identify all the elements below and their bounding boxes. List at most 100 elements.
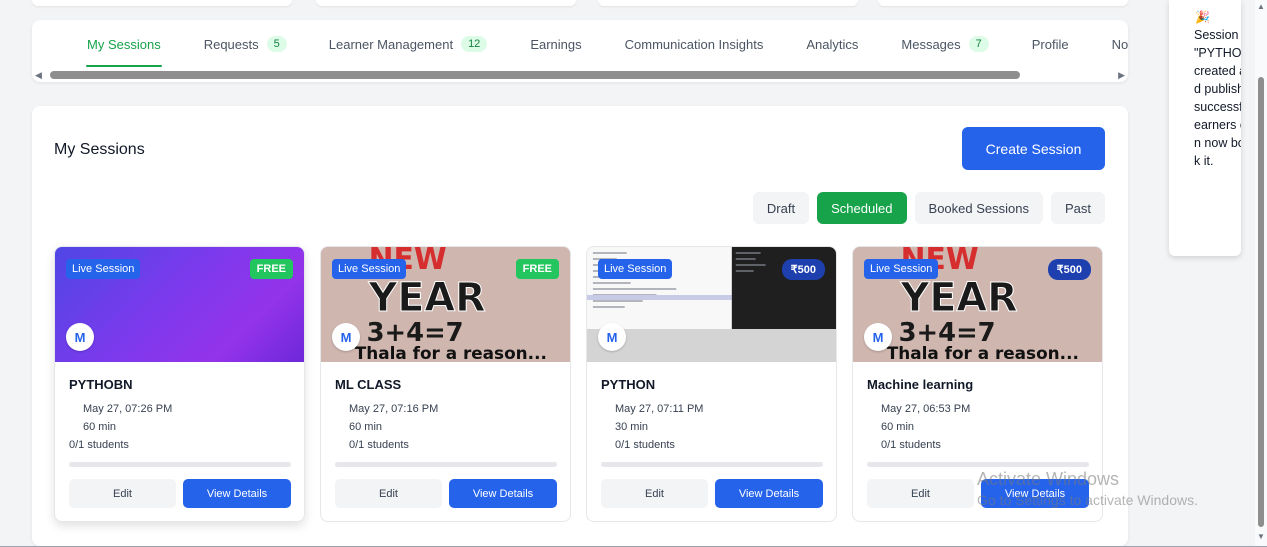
tab-bar: My Sessions Requests 5 Learner Managemen…	[32, 20, 1128, 82]
party-popper-icon: 🎉	[1195, 10, 1210, 24]
edit-button[interactable]: Edit	[601, 479, 708, 508]
watermark-title: Activate Windows	[977, 469, 1120, 489]
tab-learner-management[interactable]: Learner Management 12	[329, 20, 488, 68]
tab-label: Communication Insights	[624, 36, 764, 52]
session-date: May 27, 06:53 PM	[881, 403, 971, 415]
session-thumbnail: Live Session FREE M	[55, 247, 304, 362]
enrollment-progress-bar	[335, 462, 557, 467]
session-duration: 60 min	[349, 421, 383, 433]
edit-button[interactable]: Edit	[335, 479, 442, 508]
session-date: May 27, 07:26 PM	[83, 403, 173, 415]
filter-scheduled[interactable]: Scheduled	[817, 192, 907, 224]
poster-line-2: YEAR	[900, 275, 1018, 321]
top-card-stub	[316, 0, 576, 6]
tab-label: Messages	[901, 36, 961, 52]
scrollbar-thumb[interactable]	[50, 71, 1020, 79]
price-badge: ₹500	[781, 259, 825, 280]
scroll-down-icon[interactable]: ▼	[1257, 532, 1265, 541]
avatar: M	[864, 323, 892, 351]
tab-label: Learner Management	[328, 36, 454, 52]
live-session-badge: Live Session	[66, 259, 141, 279]
session-title: PYTHOBN	[69, 377, 133, 392]
session-date: May 27, 07:11 PM	[615, 403, 704, 415]
session-students: 0/1 students	[615, 439, 675, 451]
tab-label: My Sessions	[87, 36, 161, 52]
session-date: May 27, 07:16 PM	[349, 403, 439, 415]
edit-button[interactable]: Edit	[867, 479, 974, 508]
count-badge: 12	[461, 36, 488, 52]
page-title: My Sessions	[54, 141, 145, 158]
enrollment-progress-bar	[867, 462, 1089, 467]
tab-requests[interactable]: Requests 5	[204, 20, 287, 68]
tab-profile[interactable]: Profile	[1032, 20, 1069, 68]
tab-analytics[interactable]: Analytics	[806, 20, 858, 68]
session-card-list: Live Session FREE M PYTHOBN May 27, 07:2…	[54, 246, 1103, 522]
tab-list: My Sessions Requests 5 Learner Managemen…	[32, 20, 1128, 68]
tab-label: Requests	[203, 36, 259, 52]
success-toast[interactable]: 🎉 Session "PYTHO " created and publishe …	[1169, 0, 1241, 256]
session-title: ML CLASS	[335, 377, 402, 392]
tab-messages[interactable]: Messages 7	[901, 20, 989, 68]
tab-label: Profile	[1031, 36, 1069, 52]
session-thumbnail: NEW YEAR 3+4=7 Thala for a reason... Liv…	[321, 247, 570, 362]
session-title: PYTHON	[601, 377, 656, 392]
filter-draft[interactable]: Draft	[752, 192, 810, 224]
view-details-button[interactable]: View Details	[449, 479, 557, 508]
avatar: M	[332, 323, 360, 351]
session-students: 0/1 students	[69, 439, 129, 451]
session-students: 0/1 students	[881, 439, 941, 451]
top-card-stub	[598, 0, 858, 6]
top-card-stub	[878, 0, 1128, 6]
tab-my-sessions[interactable]: My Sessions	[86, 20, 162, 68]
session-title: Machine learning	[867, 377, 974, 392]
poster-line-4: Thala for a reason...	[887, 343, 1079, 362]
filter-booked-sessions[interactable]: Booked Sessions	[914, 192, 1043, 224]
tab-label: Earnings	[530, 36, 582, 52]
session-duration: 60 min	[881, 421, 915, 433]
view-details-button[interactable]: View Details	[183, 479, 291, 508]
session-card[interactable]: NEW YEAR 3+4=7 Thala for a reason... Liv…	[320, 246, 571, 522]
vertical-scrollbar[interactable]: ▲ ▼	[1255, 0, 1267, 547]
watermark-subtitle: Go to Settings to activate Windows.	[977, 492, 1198, 508]
poster-line-2: YEAR	[368, 275, 486, 321]
avatar: M	[66, 323, 94, 351]
count-badge: 5	[266, 36, 287, 52]
live-session-badge: Live Session	[332, 259, 407, 279]
tab-earnings[interactable]: Earnings	[530, 20, 581, 68]
tab-communication-insights[interactable]: Communication Insights	[625, 20, 764, 68]
sessions-panel: My Sessions Create Session Draft Schedul…	[32, 106, 1128, 546]
session-card[interactable]: Live Session ₹500 M PYTHON May 27, 07:11…	[586, 246, 837, 522]
edit-button[interactable]: Edit	[69, 479, 176, 508]
tab-notifications[interactable]: Not	[1112, 20, 1128, 68]
session-duration: 60 min	[83, 421, 117, 433]
enrollment-progress-bar	[601, 462, 823, 467]
tab-label: Analytics	[806, 36, 859, 52]
session-students: 0/1 students	[349, 439, 409, 451]
scroll-right-icon[interactable]: ▶	[1118, 70, 1125, 81]
session-card[interactable]: Live Session FREE M PYTHOBN May 27, 07:2…	[54, 246, 305, 522]
live-session-badge: Live Session	[864, 259, 939, 279]
create-session-button[interactable]: Create Session	[962, 127, 1105, 170]
toast-message: Session "PYTHO " created and publishe su…	[1194, 28, 1241, 168]
price-badge: FREE	[515, 259, 559, 279]
scroll-up-icon[interactable]: ▲	[1257, 2, 1265, 11]
view-details-button[interactable]: View Details	[715, 479, 823, 508]
count-badge: 7	[968, 36, 989, 52]
price-badge: FREE	[249, 259, 293, 279]
session-thumbnail: Live Session ₹500 M	[587, 247, 836, 362]
scrollbar-thumb[interactable]	[1258, 77, 1264, 527]
windows-activation-watermark: Activate Windows Go to Settings to activ…	[977, 469, 1198, 508]
session-thumbnail: NEW YEAR 3+4=7 Thala for a reason... Liv…	[853, 247, 1102, 362]
tab-label: Not	[1111, 36, 1128, 52]
avatar: M	[598, 323, 626, 351]
live-session-badge: Live Session	[598, 259, 673, 279]
filter-past[interactable]: Past	[1050, 192, 1105, 224]
enrollment-progress-bar	[69, 462, 291, 467]
session-duration: 30 min	[615, 421, 649, 433]
price-badge: ₹500	[1047, 259, 1091, 280]
horizontal-scrollbar[interactable]: ◀ ▶	[32, 68, 1128, 82]
scroll-left-icon[interactable]: ◀	[35, 70, 42, 81]
session-filter-group: Draft Scheduled Booked Sessions Past	[752, 192, 1105, 224]
top-card-stub	[32, 0, 292, 6]
poster-line-4: Thala for a reason...	[355, 343, 547, 362]
